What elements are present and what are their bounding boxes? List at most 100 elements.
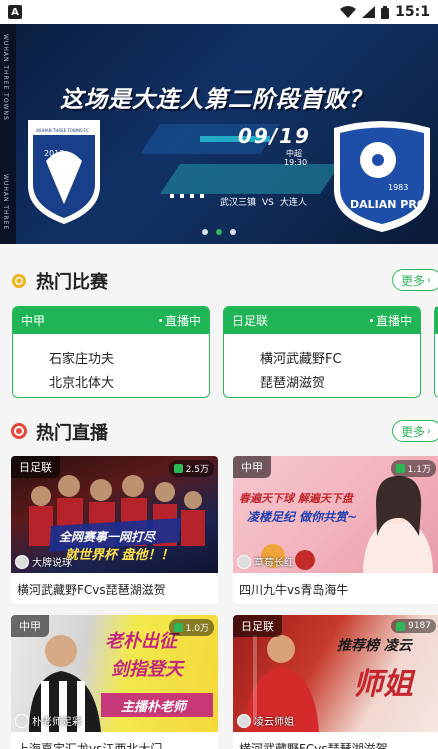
banner-vs: VS bbox=[262, 198, 274, 208]
match-team-home: 石家庄功夫 bbox=[49, 352, 115, 367]
banner-away-team: 大连人 bbox=[279, 198, 307, 208]
app-screen: A 15:1 WUHAN THREE TOWNS WUHAN THREE 这场是… bbox=[0, 0, 438, 749]
match-team-away: 琵琶湖滋贺 bbox=[260, 376, 326, 391]
stream-art-text: 就世界杯 盘他！！ bbox=[65, 548, 174, 563]
match-live-status: 直播中 bbox=[158, 312, 201, 329]
host-name: 朴老师足彩 bbox=[32, 717, 82, 728]
views-value: 2.5万 bbox=[185, 465, 209, 475]
stream-thumbnail: 老朴出征 剑指登天 主播朴老师 中甲 1.0万 朴老师足彩 bbox=[11, 615, 218, 732]
match-team-home: 横河武藏野FC bbox=[260, 352, 342, 367]
stream-title: 四川九牛vs青岛海牛 bbox=[239, 583, 349, 597]
stream-title: 横河武藏野FCvs琵琶湖滋贺 bbox=[239, 742, 388, 749]
stream-host: 凌云师姐 bbox=[237, 713, 294, 728]
match-card-header: 日足联 直播中 bbox=[224, 307, 420, 334]
stream-thumbnail: 春遍天下球 解遍天下盘 凌楼足纪 做你共赏~ 中甲 1.1万 草莓长红 bbox=[233, 456, 438, 573]
stream-league-tag: 中甲 bbox=[233, 456, 271, 478]
wuhan-three-towns-crest: 2013 WUHAN THREE TOWNS FC bbox=[28, 120, 100, 224]
banner-headline: 这场是大连人第二阶段首败？ bbox=[60, 87, 372, 113]
stream-art-text: 老朴出征 bbox=[105, 631, 177, 652]
stream-art-text: 师姐 bbox=[353, 667, 413, 702]
dalian-pro-crest: 1983 DALIAN PRO bbox=[334, 121, 430, 232]
host-name: 凌云师姐 bbox=[254, 717, 294, 728]
stream-view-count: 1.0万 bbox=[168, 619, 214, 636]
stream-view-count: 1.1万 bbox=[390, 460, 436, 477]
match-card-header: 中甲 直播中 bbox=[13, 307, 209, 334]
hot-matches-header: 热门比赛 更多 › bbox=[0, 265, 438, 295]
match-league: 日足联 bbox=[232, 314, 269, 328]
away-crest-text: DALIAN PRO bbox=[350, 198, 426, 211]
stream-title: 上海嘉定汇龙vs江西北大门 bbox=[17, 742, 163, 749]
viewers-icon bbox=[173, 464, 183, 473]
stream-view-count: 9187 bbox=[391, 619, 436, 633]
hot-matches-more-button[interactable]: 更多 › bbox=[392, 269, 438, 291]
banner-home-team: 武汉三镇 bbox=[220, 198, 257, 208]
banner-match-date: 09/19 bbox=[238, 124, 311, 148]
hot-live-title: 热门直播 bbox=[36, 423, 108, 444]
pager-dot[interactable] bbox=[202, 229, 208, 235]
live-dot-icon bbox=[369, 319, 373, 322]
hot-matches-title: 热门比赛 bbox=[36, 272, 108, 293]
stream-art-text: 春遍天下球 解遍天下盘 bbox=[239, 492, 353, 505]
medal-icon bbox=[12, 274, 26, 288]
viewers-icon bbox=[173, 623, 183, 632]
match-card[interactable]: 中甲 直播中 石家庄功夫 北京北体大 bbox=[12, 306, 210, 398]
stream-league-tag: 日足联 bbox=[233, 615, 282, 637]
app-notification-icon: A bbox=[8, 5, 22, 19]
views-value: 9187 bbox=[408, 621, 431, 631]
wifi-icon bbox=[340, 6, 357, 18]
match-card[interactable]: 日足联 直播中 横河武藏野FC 琵琶湖滋贺 bbox=[223, 306, 421, 398]
stream-host: 草莓长红 bbox=[237, 554, 294, 569]
more-label: 更多 bbox=[401, 273, 426, 288]
signal-icon bbox=[362, 6, 376, 18]
banner-match-teams: 武汉三镇 VS 大连人 bbox=[220, 195, 307, 208]
match-status-label: 直播中 bbox=[164, 314, 201, 328]
viewers-icon bbox=[396, 621, 406, 631]
host-avatar bbox=[237, 554, 251, 569]
views-value: 1.0万 bbox=[185, 624, 209, 634]
hot-live-more-button[interactable]: 更多 › bbox=[392, 420, 438, 442]
host-avatar bbox=[15, 713, 29, 728]
stream-league-tag: 日足联 bbox=[11, 456, 60, 478]
pager-dot[interactable] bbox=[230, 229, 236, 235]
match-league: 中甲 bbox=[21, 314, 46, 328]
away-crest-year: 1983 bbox=[388, 183, 408, 192]
match-status-label: 直播中 bbox=[375, 314, 412, 328]
live-stream-card[interactable]: 春遍天下球 解遍天下盘 凌楼足纪 做你共赏~ 中甲 1.1万 草莓长红 四川九牛… bbox=[233, 456, 438, 604]
host-avatar bbox=[15, 554, 29, 569]
stream-title: 横河武藏野FCvs琵琶湖滋贺 bbox=[17, 583, 166, 597]
match-live-status: 直播中 bbox=[369, 312, 412, 329]
battery-icon bbox=[381, 5, 390, 19]
more-label: 更多 bbox=[401, 424, 426, 439]
match-card-peek[interactable] bbox=[434, 306, 438, 398]
stream-art-text: 主播朴老师 bbox=[121, 700, 187, 715]
clock: 15:1 bbox=[395, 4, 430, 20]
hot-live-header: 热门直播 更多 › bbox=[0, 416, 438, 446]
stream-art-text: 剑指登天 bbox=[111, 659, 183, 680]
banner-pager[interactable] bbox=[0, 229, 438, 235]
viewers-icon bbox=[395, 464, 405, 473]
banner-side-text: WUHAN THREE TOWNS bbox=[2, 34, 9, 121]
live-stream-card[interactable]: 推荐榜 凌云 师姐 日足联 9187 凌云师姐 横河武藏野FCvs琵琶湖滋贺 bbox=[233, 615, 438, 749]
stream-art-text: 全网赛事一网打尽 bbox=[59, 530, 156, 544]
live-stream-card[interactable]: 老朴出征 剑指登天 主播朴老师 中甲 1.0万 朴老师足彩 上海嘉定汇龙vs江西… bbox=[11, 615, 218, 749]
stream-league-tag: 中甲 bbox=[11, 615, 49, 637]
live-dot-icon bbox=[158, 319, 162, 322]
status-bar: A 15:1 bbox=[0, 0, 438, 24]
stream-thumbnail: 全网赛事一网打尽 就世界杯 盘他！！ 日足联 2.5万 大牌说球 bbox=[11, 456, 218, 573]
banner-side-text-bottom: WUHAN THREE bbox=[2, 174, 9, 231]
stream-view-count: 2.5万 bbox=[168, 460, 214, 477]
match-team-away: 北京北体大 bbox=[49, 376, 115, 391]
banner-side-stripe: WUHAN THREE TOWNS WUHAN THREE bbox=[0, 24, 16, 244]
live-broadcast-icon bbox=[11, 423, 27, 439]
live-stream-card[interactable]: 全网赛事一网打尽 就世界杯 盘他！！ 日足联 2.5万 大牌说球 横河武藏野FC… bbox=[11, 456, 218, 604]
promo-banner[interactable]: WUHAN THREE TOWNS WUHAN THREE 这场是大连人第二阶段… bbox=[0, 24, 438, 244]
pager-dot-active[interactable] bbox=[216, 229, 222, 235]
stream-art-text: 凌楼足纪 做你共赏~ bbox=[247, 510, 358, 524]
banner-match-time: 19:30 bbox=[284, 158, 308, 167]
host-name: 大牌说球 bbox=[32, 558, 72, 569]
chevron-right-icon: › bbox=[427, 425, 432, 437]
stream-art-text: 推荐榜 凌云 bbox=[337, 638, 412, 654]
stream-thumbnail: 推荐榜 凌云 师姐 日足联 9187 凌云师姐 bbox=[233, 615, 438, 732]
stream-host: 朴老师足彩 bbox=[15, 713, 82, 728]
stream-host: 大牌说球 bbox=[15, 554, 72, 569]
